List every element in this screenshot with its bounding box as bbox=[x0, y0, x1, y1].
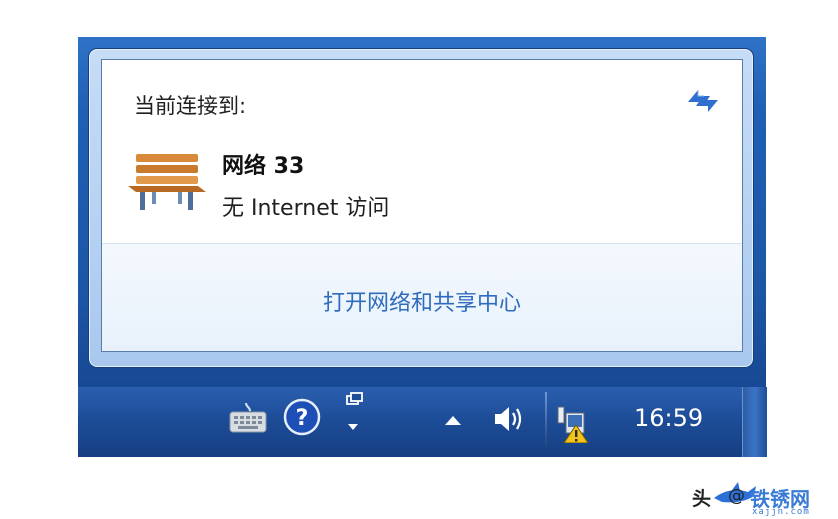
bench-network-icon bbox=[128, 154, 206, 210]
watermark-site: xajjn.com bbox=[752, 507, 810, 517]
network-name: 网络 33 bbox=[222, 154, 305, 179]
flyout-footer: 打开网络和共享中心 bbox=[102, 244, 742, 351]
tray-separator bbox=[545, 392, 547, 454]
watermark-handle: @ bbox=[728, 486, 745, 506]
show-hidden-icons-arrow[interactable] bbox=[442, 412, 464, 428]
taskbar-clock[interactable]: 16:59 bbox=[634, 404, 703, 432]
connection-info-area: 当前连接到: 网络 33 无 Internet 访问 bbox=[102, 60, 742, 243]
network-warning-icon[interactable] bbox=[552, 399, 596, 443]
connected-to-label: 当前连接到: bbox=[134, 94, 247, 118]
svg-text:?: ? bbox=[296, 406, 309, 431]
open-network-sharing-center-link[interactable]: 打开网络和共享中心 bbox=[102, 285, 742, 317]
network-flyout-panel: 当前连接到: 网络 33 无 Internet 访问 打开网络和共享中心 bbox=[101, 59, 743, 352]
watermark-prefix: 头 bbox=[692, 488, 712, 510]
help-icon[interactable]: ? bbox=[283, 398, 321, 436]
keyboard-icon[interactable] bbox=[228, 399, 268, 435]
refresh-arrows-icon[interactable] bbox=[684, 84, 722, 118]
volume-icon[interactable] bbox=[491, 402, 531, 436]
network-status: 无 Internet 访问 bbox=[222, 196, 390, 221]
windows-icon[interactable] bbox=[340, 392, 368, 438]
show-desktop-button[interactable] bbox=[742, 387, 767, 457]
